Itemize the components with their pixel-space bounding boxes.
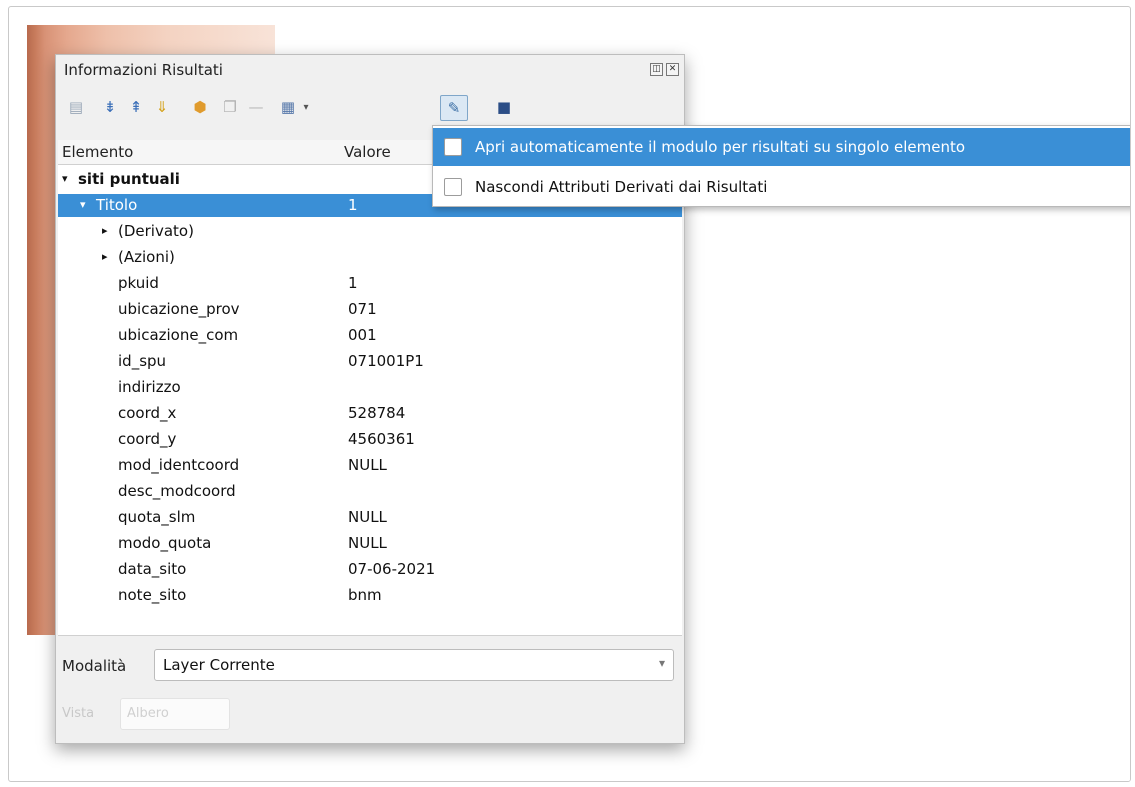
attribute-row[interactable]: ubicazione_com 001 (58, 324, 682, 347)
checkbox-hide-derived[interactable] (444, 178, 462, 196)
chevron-down-icon[interactable]: ▾ (80, 198, 86, 211)
column-value[interactable]: Valore (344, 143, 391, 161)
chevron-right-icon[interactable]: ▸ (102, 224, 108, 237)
expand-tree-icon[interactable]: ▤ (66, 97, 86, 117)
mode-area: Modalità Layer Corrente ▾ Vista Albero (56, 640, 684, 740)
view-value: Albero (127, 706, 169, 721)
menu-item-auto-open-form[interactable]: Apri automaticamente il modulo per risul… (433, 128, 1130, 166)
results-tree[interactable]: ▾ siti puntuali ▾ Titolo 1 ▸ (Derivato) … (58, 165, 682, 636)
column-element[interactable]: Elemento (62, 143, 133, 161)
attribute-row[interactable]: coord_y 4560361 (58, 428, 682, 451)
attribute-row[interactable]: data_sito 07-06-2021 (58, 558, 682, 581)
attribute-row[interactable]: indirizzo (58, 376, 682, 399)
menu-item-label: Apri automaticamente il modulo per risul… (475, 138, 966, 156)
mode-label: Modalità (62, 657, 127, 675)
menu-item-label: Nascondi Attributi Derivati dai Risultat… (475, 178, 768, 196)
attribute-row[interactable]: coord_x 528784 (58, 402, 682, 425)
copy-icon[interactable]: ❐ (220, 97, 240, 117)
mode-value: Layer Corrente (163, 656, 275, 674)
close-icon[interactable]: ✕ (666, 63, 679, 76)
app-frame: Informazioni Risultati ◫ ✕ ▤ ⇟ ⇞ ⇓ ⬢ ❐ —… (8, 6, 1131, 782)
attribute-row[interactable]: pkuid 1 (58, 272, 682, 295)
clear-results-icon[interactable]: ⬢ (190, 97, 210, 117)
chevron-right-icon[interactable]: ▸ (102, 250, 108, 263)
attribute-row[interactable]: desc_modcoord (58, 480, 682, 503)
chevron-down-icon[interactable]: ▾ (62, 172, 68, 185)
menu-item-hide-derived[interactable]: Nascondi Attributi Derivati dai Risultat… (433, 168, 1130, 206)
float-icon[interactable]: ◫ (650, 63, 663, 76)
view-label: Vista (62, 706, 95, 721)
attribute-row[interactable]: id_spu 071001P1 (58, 350, 682, 373)
chevron-down-icon[interactable]: ▾ (296, 97, 316, 117)
select-mode-icon[interactable]: ▦ (278, 97, 298, 117)
settings-dropdown-menu: Apri automaticamente il modulo per risul… (432, 125, 1130, 207)
attribute-row[interactable]: ubicazione_prov 071 (58, 298, 682, 321)
results-toolbar: ▤ ⇟ ⇞ ⇓ ⬢ ❐ — ▦ ▾ ✎ ■ (62, 95, 532, 121)
group-row[interactable]: ▸ (Derivato) (58, 220, 682, 243)
settings-icon[interactable]: ✎ (440, 95, 468, 121)
group-row[interactable]: ▸ (Azioni) (58, 246, 682, 269)
dialog-title: Informazioni Risultati (64, 61, 223, 79)
chevron-down-icon: ▾ (658, 656, 665, 670)
attribute-row[interactable]: mod_identcoord NULL (58, 454, 682, 477)
print-icon[interactable]: — (246, 97, 266, 117)
attribute-row[interactable]: quota_slm NULL (58, 506, 682, 529)
expand-all-icon[interactable]: ⇞ (126, 97, 146, 117)
attribute-row[interactable]: note_sito bnm (58, 584, 682, 607)
collapse-all-icon[interactable]: ⇓ (152, 97, 172, 117)
checkbox-auto-open-form[interactable] (444, 138, 462, 156)
help-icon[interactable]: ■ (494, 97, 514, 117)
collapse-icon[interactable]: ⇟ (100, 97, 120, 117)
attribute-row[interactable]: modo_quota NULL (58, 532, 682, 555)
mode-select[interactable]: Layer Corrente ▾ (154, 649, 674, 681)
view-select[interactable]: Albero (120, 698, 230, 730)
